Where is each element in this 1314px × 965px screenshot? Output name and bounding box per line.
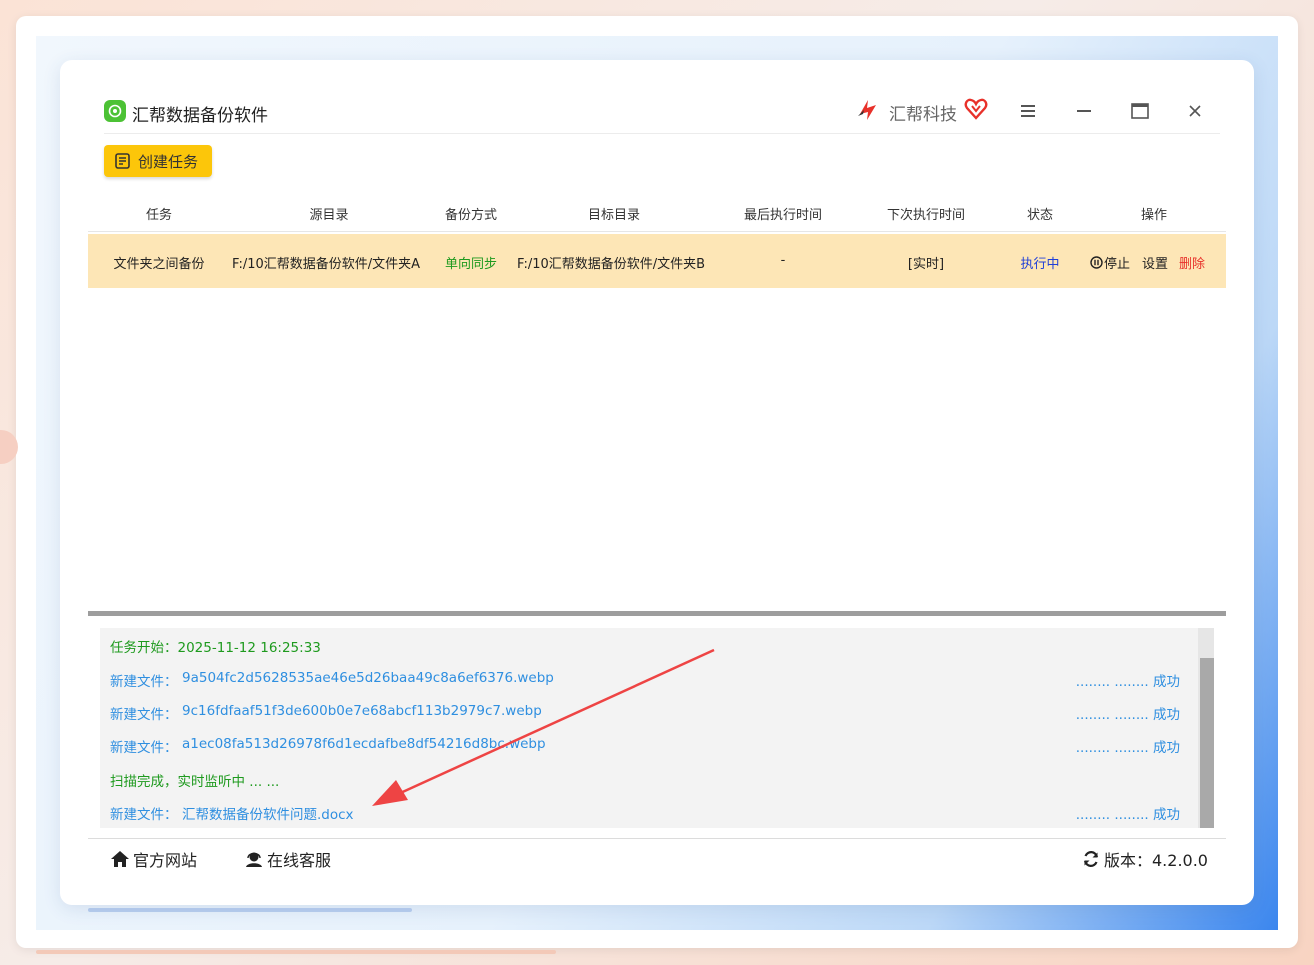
online-support-link[interactable]: 在线客服 — [244, 848, 331, 870]
task-table-header: 任务 源目录 备份方式 目标目录 最后执行时间 下次执行时间 状态 操作 — [88, 192, 1226, 232]
log-entry: 新建文件： 汇帮数据备份软件问题.docx ........ ........ … — [110, 803, 1180, 823]
app-title: 汇帮数据备份软件 — [132, 106, 268, 126]
delete-link[interactable]: 删除 — [1179, 253, 1205, 272]
log-scan-done: 扫描完成，实时监听中 ... ... — [110, 774, 280, 790]
settings-link[interactable]: 设置 — [1142, 253, 1168, 272]
maximize-icon[interactable] — [1125, 96, 1155, 126]
row-target: F:/10汇帮数据备份软件/文件夹B — [517, 257, 706, 272]
log-entry-label: 新建文件： — [110, 674, 178, 690]
stop-button[interactable]: 停止 — [1090, 253, 1130, 272]
log-entry-file: 汇帮数据备份软件问题.docx — [182, 807, 354, 823]
menu-icon[interactable] — [1013, 96, 1043, 126]
header-target: 目标目录 — [587, 208, 641, 223]
version-label: 版本：4.2.0.0 — [1104, 851, 1208, 870]
app-logo-icon — [104, 100, 126, 122]
log-entry-status: ........ ........ 成功 — [1075, 707, 1180, 723]
log-entry-label: 新建文件： — [110, 740, 178, 756]
row-task: 文件夹之间备份 — [113, 257, 205, 272]
close-icon[interactable] — [1180, 96, 1210, 126]
pause-icon — [1090, 256, 1103, 269]
support-agent-icon — [246, 852, 262, 867]
header-last-run: 最后执行时间 — [743, 208, 823, 223]
log-entry-file: a1ec08fa513d26978f6d1ecdafbe8df54216d8bc… — [182, 736, 546, 752]
log-entry: 新建文件： a1ec08fa513d26978f6d1ecdafbe8df542… — [110, 736, 1180, 756]
official-website-link[interactable]: 官方网站 — [110, 848, 197, 870]
stop-label: 停止 — [1104, 257, 1131, 272]
online-support-label: 在线客服 — [267, 851, 332, 870]
brand-logo-icon — [858, 100, 876, 120]
header-mode: 备份方式 — [444, 208, 498, 223]
log-bottom-divider — [88, 838, 1226, 839]
log-entry-file: 9a504fc2d5628535ae46e5d26baa49c8a6ef6376… — [182, 670, 554, 686]
row-mode: 单向同步 — [444, 257, 498, 272]
task-list-icon — [115, 153, 130, 169]
home-icon — [111, 851, 129, 867]
log-entry-label: 新建文件： — [110, 707, 178, 723]
backdrop-decoration — [88, 908, 412, 912]
row-status: 执行中 — [1020, 257, 1060, 272]
log-panel: 任务开始：2025-11-12 16:25:33 新建文件： 9a504fc2d… — [100, 628, 1198, 828]
header-status: 状态 — [1026, 208, 1054, 223]
create-task-button[interactable]: 创建任务 — [104, 145, 212, 177]
table-row[interactable]: 文件夹之间备份 F:/10汇帮数据备份软件/文件夹A 单向同步 F:/10汇帮数… — [88, 234, 1226, 288]
header-source: 源目录 — [309, 208, 349, 223]
frame-decoration — [36, 950, 556, 954]
log-entry: 新建文件： 9c16fdfaaf51f3de600b0e7e68abcf113b… — [110, 703, 1180, 723]
heart-icon — [964, 98, 988, 120]
header-next-run: 下次执行时间 — [886, 208, 966, 223]
row-next-run: [实时] — [907, 257, 945, 272]
row-source: F:/10汇帮数据备份软件/文件夹A — [232, 257, 421, 272]
minimize-icon[interactable] — [1069, 96, 1099, 126]
create-task-label: 创建任务 — [138, 152, 199, 171]
version-info[interactable]: 版本：4.2.0.0 — [1082, 848, 1208, 870]
log-entry-status: ........ ........ 成功 — [1075, 740, 1180, 756]
log-splitter[interactable] — [88, 611, 1226, 616]
log-entry-status: ........ ........ 成功 — [1075, 674, 1180, 690]
log-entry-status: ........ ........ 成功 — [1075, 807, 1180, 823]
title-bar: 汇帮数据备份软件 汇帮科技 — [104, 88, 1220, 134]
header-actions: 操作 — [1140, 208, 1168, 223]
app-window: 汇帮数据备份软件 汇帮科技 创建任务 任务 源目录 备份方式 目标目录 最后执行… — [60, 60, 1254, 905]
log-entry: 新建文件： 9a504fc2d5628535ae46e5d26baa49c8a6… — [110, 670, 1180, 690]
log-start: 任务开始：2025-11-12 16:25:33 — [110, 640, 321, 656]
header-task: 任务 — [145, 208, 173, 223]
brand-name: 汇帮科技 — [889, 105, 957, 125]
log-scrollbar-thumb[interactable] — [1200, 658, 1214, 828]
log-entry-file: 9c16fdfaaf51f3de600b0e7e68abcf113b2979c7… — [182, 703, 542, 719]
official-website-label: 官方网站 — [133, 851, 198, 870]
log-entry-label: 新建文件： — [110, 807, 178, 823]
refresh-icon — [1083, 851, 1099, 867]
row-last-run: - — [780, 253, 786, 268]
